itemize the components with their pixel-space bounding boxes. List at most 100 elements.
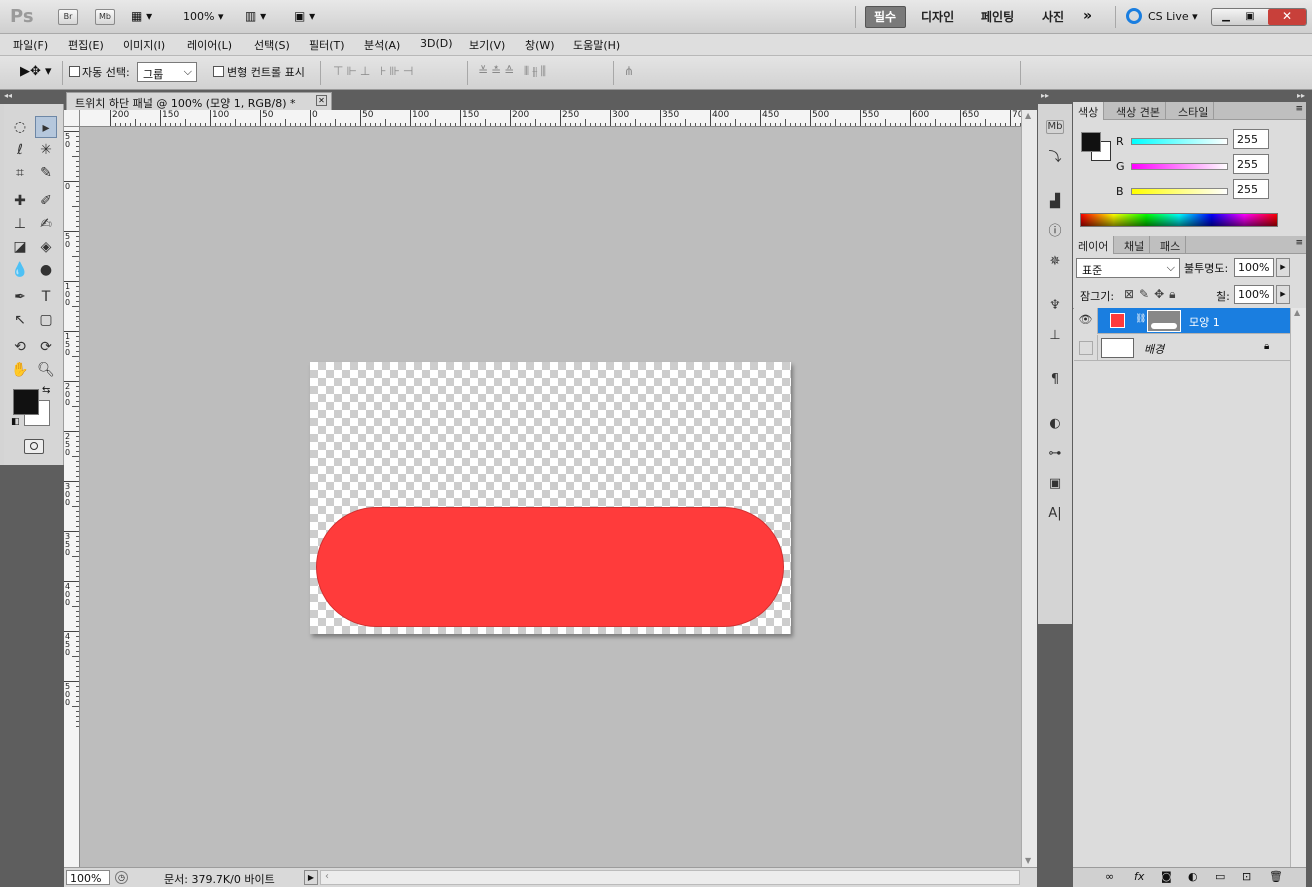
masks-panel-icon[interactable]: ⊶: [1044, 444, 1066, 464]
character-panel-icon[interactable]: A|: [1044, 504, 1066, 524]
layer-visibility-toggle[interactable]: [1074, 335, 1098, 361]
history-panel-icon[interactable]: ⤵: [1044, 148, 1066, 168]
shape-tool-icon[interactable]: ▢: [35, 309, 57, 331]
status-menu-arrow-icon[interactable]: ▶: [304, 870, 318, 885]
opacity-slider-arrow-icon[interactable]: ▶: [1276, 258, 1290, 277]
workspace-photography[interactable]: 사진: [1042, 8, 1064, 25]
channel-g-slider[interactable]: [1131, 163, 1228, 170]
link-layers-icon[interactable]: ∞: [1105, 870, 1114, 883]
close-icon[interactable]: ✕: [1268, 9, 1306, 25]
ruler-origin[interactable]: [64, 110, 80, 127]
menu-filter[interactable]: 필터(T): [309, 37, 345, 53]
lock-icons[interactable]: ⊠✎✥🔒︎: [1124, 287, 1181, 302]
auto-select-dropdown[interactable]: 그룹 ⌵: [137, 62, 197, 82]
status-info-icon[interactable]: ◷: [115, 871, 128, 884]
layer-name[interactable]: 배경: [1144, 341, 1164, 357]
tab-color[interactable]: 색상: [1073, 102, 1105, 120]
document-tab[interactable]: 트위치 하단 패널 @ 100% (모양 1, RGB/8) * ✕: [66, 92, 332, 110]
swap-colors-icon[interactable]: ⇆: [42, 385, 50, 396]
menu-view[interactable]: 보기(V): [469, 37, 505, 53]
menu-edit[interactable]: 편집(E): [68, 37, 104, 53]
move-tool-icon[interactable]: ▸: [35, 116, 57, 138]
close-document-icon[interactable]: ✕: [316, 95, 327, 106]
layer-name[interactable]: 모양 1: [1189, 314, 1220, 330]
menu-help[interactable]: 도움말(H): [573, 37, 620, 53]
more-workspaces-icon[interactable]: »: [1083, 8, 1092, 24]
path-selection-tool-icon[interactable]: ↖: [9, 309, 31, 331]
paint-bucket-tool-icon[interactable]: ◈: [35, 236, 57, 258]
menu-file[interactable]: 파일(F): [13, 37, 48, 53]
tab-layers[interactable]: 레이어: [1073, 236, 1115, 254]
layers-scroll-up-icon[interactable]: ▲: [1294, 308, 1300, 317]
paragraph-panel-icon[interactable]: ¶: [1044, 370, 1066, 390]
status-zoom-field[interactable]: 100%: [66, 870, 110, 885]
zoom-tool-icon[interactable]: 🔍︎: [35, 359, 57, 381]
channel-r-value[interactable]: 255: [1233, 129, 1269, 149]
crop-tool-icon[interactable]: ⌗: [9, 162, 31, 184]
add-mask-icon[interactable]: ◙: [1161, 870, 1172, 883]
cs-live-icon[interactable]: [1126, 8, 1142, 24]
hand-tool-icon[interactable]: ✋: [9, 359, 31, 381]
layer-fill-thumbnail[interactable]: [1110, 313, 1125, 328]
layer-style-icon[interactable]: fx: [1134, 870, 1144, 883]
maximize-icon[interactable]: ▣: [1240, 11, 1260, 23]
brush-tool-icon[interactable]: ✐: [35, 190, 57, 212]
vertical-ruler[interactable]: 50 0 50 100 150 200 250 300 350 400 450 500: [64, 127, 80, 867]
auto-align-icon[interactable]: ⋔: [624, 64, 634, 78]
adjustments-panel-icon[interactable]: ◐: [1044, 414, 1066, 434]
layers-panel-menu-icon[interactable]: ≡: [1295, 238, 1303, 248]
lasso-tool-icon[interactable]: ℓ: [9, 139, 31, 161]
foreground-color-swatch[interactable]: [13, 389, 39, 415]
rounded-rectangle-shape[interactable]: [316, 507, 784, 627]
channel-r-slider[interactable]: [1131, 138, 1228, 145]
minimize-icon[interactable]: ▁: [1216, 11, 1236, 23]
zoom-level-menu[interactable]: 100% ▾: [183, 10, 223, 23]
tab-channels[interactable]: 채널: [1119, 236, 1151, 254]
arrange-documents-menu[interactable]: ▥ ▾: [245, 9, 266, 23]
new-layer-icon[interactable]: ⊡: [1242, 870, 1251, 883]
3d-panel-icon[interactable]: ▣: [1044, 474, 1066, 494]
brush-presets-panel-icon[interactable]: ♆: [1044, 296, 1066, 316]
document-canvas[interactable]: [310, 362, 791, 634]
tab-styles[interactable]: 스타일: [1173, 102, 1215, 120]
mini-bridge-button[interactable]: Mb: [95, 9, 115, 25]
clone-source-panel-icon[interactable]: ⊥: [1044, 326, 1066, 346]
navigator-panel-icon[interactable]: ✵: [1044, 252, 1066, 272]
channel-g-value[interactable]: 255: [1233, 154, 1269, 174]
new-group-icon[interactable]: ▭: [1215, 870, 1225, 883]
layer-vector-mask-thumbnail[interactable]: [1147, 310, 1181, 332]
color-panel-foreground-swatch[interactable]: [1081, 132, 1101, 152]
histogram-panel-icon[interactable]: ▟: [1044, 192, 1066, 212]
fill-field[interactable]: 100%: [1234, 285, 1274, 304]
bridge-button[interactable]: Br: [58, 9, 78, 25]
horizontal-ruler[interactable]: 200 150 100 50 0 50 100 150 200 250 300 350 400 450 50…: [80, 110, 1021, 127]
quick-mask-icon[interactable]: [24, 439, 44, 454]
show-transform-checkbox[interactable]: [213, 66, 224, 77]
view-extras-menu[interactable]: ▦ ▾: [131, 9, 167, 25]
default-colors-icon[interactable]: ◧: [11, 417, 20, 427]
layer-row-shape-1[interactable]: 👁︎ ⛓ 모양 1: [1074, 308, 1291, 334]
healing-brush-tool-icon[interactable]: ✚: [9, 190, 31, 212]
tab-swatches[interactable]: 색상 견본: [1111, 102, 1166, 120]
scroll-down-icon[interactable]: ▼: [1025, 856, 1031, 865]
layer-link-icon[interactable]: ⛓: [1135, 314, 1146, 324]
panels-collapse-icon[interactable]: ▸▸: [1297, 91, 1305, 100]
channel-b-value[interactable]: 255: [1233, 179, 1269, 199]
tab-paths[interactable]: 패스: [1155, 236, 1187, 254]
blur-tool-icon[interactable]: 💧: [9, 259, 31, 281]
adjustment-layer-icon[interactable]: ◐: [1188, 870, 1198, 883]
canvas-area[interactable]: [80, 127, 1021, 867]
scroll-up-icon[interactable]: ▲: [1025, 111, 1031, 120]
eraser-tool-icon[interactable]: ◪: [9, 236, 31, 258]
workspace-design[interactable]: 디자인: [921, 8, 954, 25]
distribute-buttons[interactable]: ≚≛≙ ⫴⫵⫼: [478, 64, 549, 79]
delete-layer-icon[interactable]: 🗑︎: [1269, 870, 1283, 883]
history-brush-tool-icon[interactable]: ✍: [35, 213, 57, 235]
tools-collapse-bar[interactable]: ◂◂: [0, 90, 64, 104]
type-tool-icon[interactable]: T: [35, 286, 57, 308]
horizontal-scrollbar[interactable]: ‹: [320, 870, 1020, 885]
dodge-tool-icon[interactable]: ●: [35, 259, 57, 281]
menu-image[interactable]: 이미지(I): [123, 37, 165, 53]
menu-analysis[interactable]: 분석(A): [364, 37, 400, 53]
move-tool-preset-icon[interactable]: ▶✥ ▾: [20, 64, 52, 79]
